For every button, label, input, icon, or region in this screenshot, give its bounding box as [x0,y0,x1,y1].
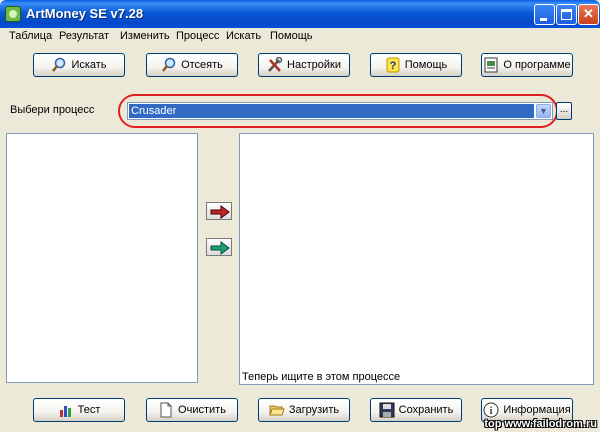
right-list-panel[interactable] [239,133,594,385]
process-select[interactable]: Crusader ▼ [127,102,553,120]
watermark: top www.failodrom.ru [484,418,597,430]
svg-text:i: i [490,406,493,417]
help-button-label: Помощь [404,59,448,71]
about-icon [483,57,499,73]
process-label: Выбери процесс [10,104,95,116]
load-button[interactable]: Загрузить [258,398,350,422]
load-button-label: Загрузить [288,404,340,416]
minimize-button[interactable] [534,4,555,25]
test-button[interactable]: Тест [33,398,125,422]
search-button-label: Искать [71,59,107,71]
chart-icon [58,402,74,418]
menu-help[interactable]: Помощь [270,30,313,42]
close-icon: ✕ [583,6,594,21]
magnifier-icon [161,57,177,73]
arrow-right-icon [210,205,230,219]
floppy-disk-icon [379,402,395,418]
search-button[interactable]: Искать [33,53,125,77]
save-button-label: Сохранить [398,404,454,416]
filter-button[interactable]: Отсеять [146,53,238,77]
menu-bar: Таблица Результат Изменить Процесс Искат… [0,28,600,46]
question-icon: ? [385,57,401,73]
settings-button[interactable]: Настройки [258,53,350,77]
app-icon [5,6,21,22]
status-text: Теперь ищите в этом процессе [242,371,401,383]
menu-table[interactable]: Таблица [9,30,52,42]
title-bar[interactable]: ArtMoney SE v7.28 ✕ [0,0,600,28]
filter-button-label: Отсеять [181,59,223,71]
clear-button[interactable]: Очистить [146,398,238,422]
menu-edit[interactable]: Изменить [120,30,170,42]
info-button-label: Информация [503,404,571,416]
menu-process[interactable]: Процесс [176,30,219,42]
left-list-panel[interactable] [6,133,198,383]
folder-open-icon [269,402,285,418]
about-button[interactable]: О программе [481,53,573,77]
settings-button-label: Настройки [287,59,341,71]
arrow-right-icon [210,241,230,255]
minimize-icon [540,18,547,21]
maximize-icon [561,9,572,20]
move-right-red-button[interactable] [206,202,232,220]
clear-button-label: Очистить [178,404,226,416]
about-button-label: О программе [503,59,571,71]
menu-result[interactable]: Результат [59,30,109,42]
help-button[interactable]: ? Помощь [370,53,462,77]
magnifier-icon [51,57,67,73]
maximize-button[interactable] [556,4,577,25]
save-button[interactable]: Сохранить [370,398,462,422]
window-title: ArtMoney SE v7.28 [26,6,144,21]
info-icon: i [483,402,499,418]
chevron-down-icon[interactable]: ▼ [536,104,551,118]
svg-text:?: ? [389,60,396,72]
tools-icon [267,56,283,73]
document-icon [158,402,174,418]
close-button[interactable]: ✕ [578,4,599,25]
test-button-label: Тест [77,404,101,416]
menu-search[interactable]: Искать [226,30,261,42]
process-select-value: Crusader [129,104,534,118]
move-right-green-button[interactable] [206,238,232,256]
browse-process-button[interactable]: ... [556,102,572,120]
